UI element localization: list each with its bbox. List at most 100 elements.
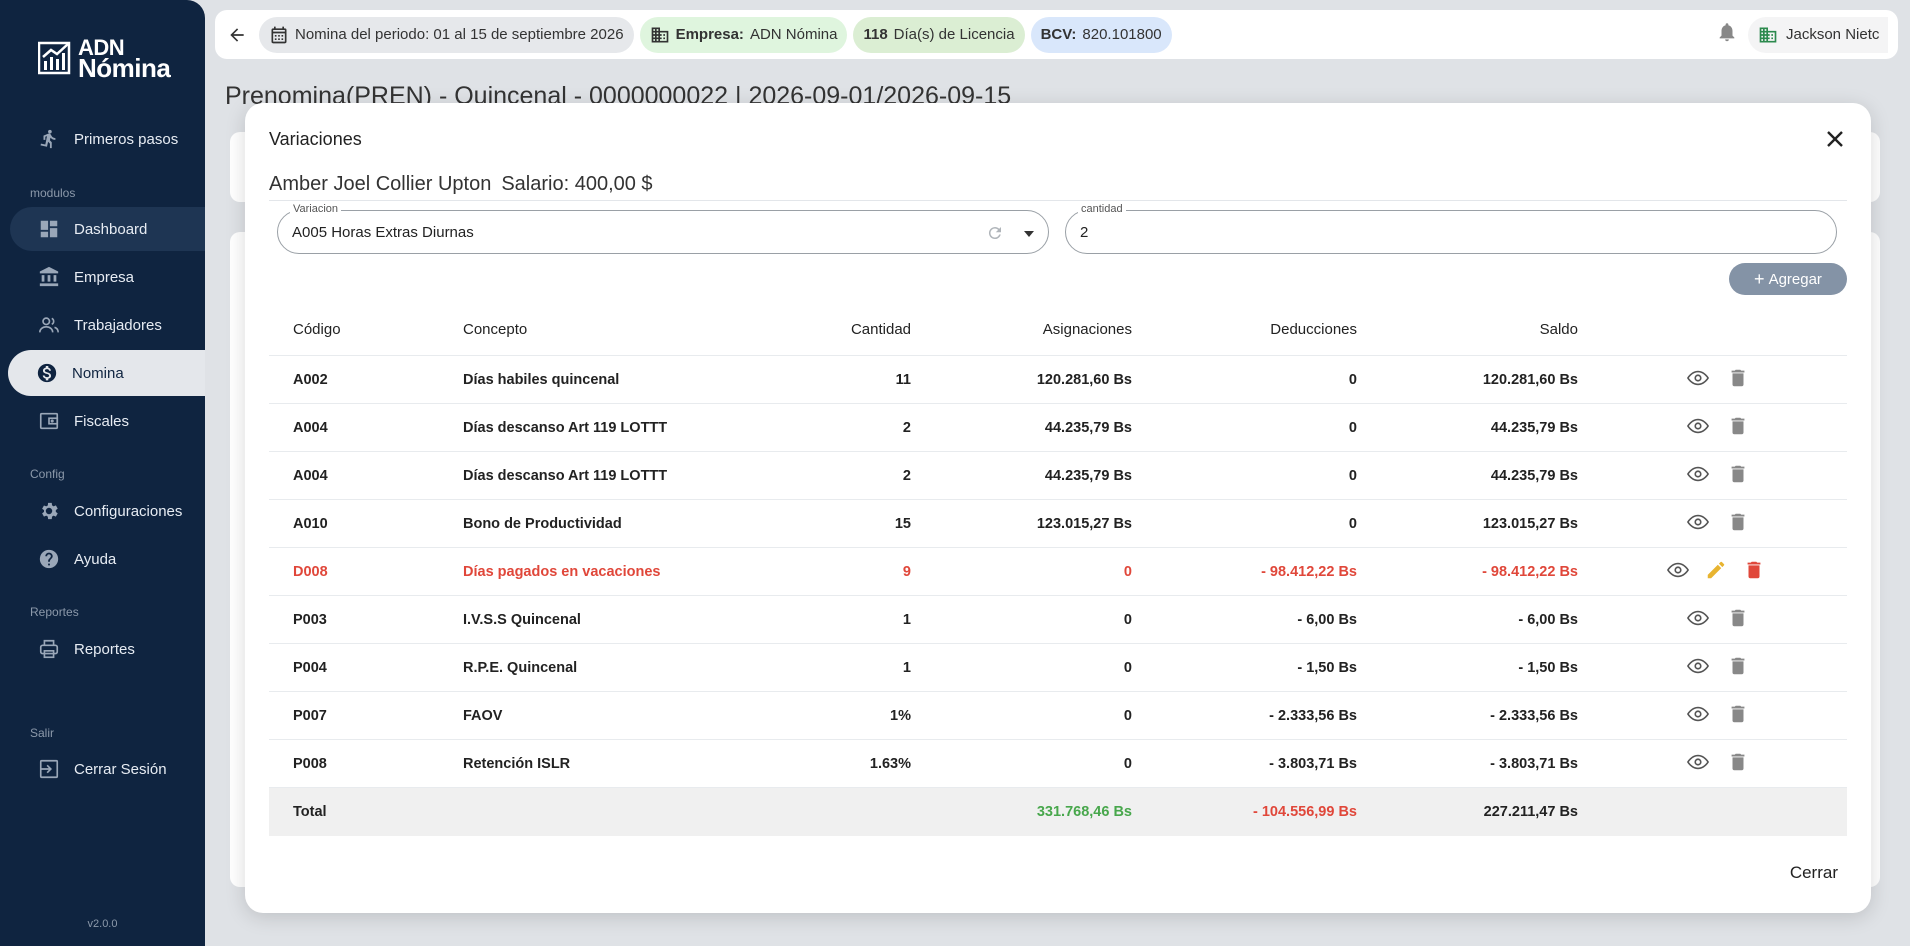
column-header-asignaciones[interactable]: Asignaciones: [1043, 304, 1132, 355]
empresa-label: Empresa:: [675, 26, 744, 43]
row-actions: [1686, 740, 1749, 787]
trash-icon: [1747, 561, 1761, 578]
delete-button[interactable]: [1743, 559, 1765, 585]
empresa-chip[interactable]: Empresa: ADN Nómina: [639, 16, 848, 53]
cell-saldo: - 3.803,71 Bs: [1490, 755, 1578, 772]
gear-icon: [42, 502, 58, 520]
delete-button[interactable]: [1727, 415, 1749, 441]
cell-asignaciones: 120.281,60 Bs: [1036, 371, 1132, 388]
trash-icon: [1731, 465, 1745, 482]
back-button[interactable]: [225, 23, 249, 47]
refresh-icon[interactable]: [986, 224, 1004, 242]
table-row: P008 Retención ISLR 1.63% 0 - 3.803,71 B…: [269, 740, 1847, 788]
modal-title: Variaciones: [269, 129, 362, 149]
cell-codigo: A004: [293, 419, 328, 436]
trash-icon: [1731, 417, 1745, 434]
table-row: A002 Días habiles quincenal 11 120.281,6…: [269, 356, 1847, 404]
column-header-saldo[interactable]: Saldo: [1540, 304, 1578, 355]
view-button[interactable]: [1686, 415, 1710, 441]
sidebar-item-primeros-pasos[interactable]: Primeros pasos: [10, 117, 205, 161]
trash-icon: [1731, 369, 1745, 386]
sidebar-item-fiscales[interactable]: Fiscales: [10, 399, 205, 443]
delete-button[interactable]: [1727, 367, 1749, 393]
cell-deducciones: 0: [1348, 515, 1357, 532]
view-button[interactable]: [1686, 655, 1710, 681]
total-deducciones: - 104.556,99 Bs: [1253, 804, 1357, 820]
cell-concepto: Bono de Productividad: [463, 515, 622, 532]
cell-deducciones: - 1,50 Bs: [1297, 659, 1357, 676]
cell-concepto: R.P.E. Quincenal: [463, 659, 578, 676]
view-button[interactable]: [1686, 703, 1710, 729]
arrow-left-icon: [230, 27, 244, 42]
column-header-concepto[interactable]: Concepto: [463, 304, 527, 355]
period-chip[interactable]: Nomina del periodo: 01 al 15 de septiemb…: [259, 16, 634, 53]
column-header-deducciones[interactable]: Deducciones: [1270, 304, 1357, 355]
bcv-value: 820.101800: [1082, 26, 1162, 43]
view-button[interactable]: [1686, 463, 1710, 489]
cell-codigo: P004: [293, 659, 327, 676]
licencia-chip[interactable]: 118 Día(s) de Licencia: [853, 16, 1025, 53]
close-modal-button[interactable]: [1823, 127, 1847, 151]
cell-asignaciones: 0: [1123, 755, 1132, 772]
app-version: v2.0.0: [87, 918, 118, 930]
chevron-down-icon[interactable]: [1024, 231, 1034, 237]
cell-concepto: Retención ISLR: [463, 755, 571, 772]
delete-button[interactable]: [1727, 751, 1749, 777]
cell-asignaciones: 0: [1123, 707, 1132, 724]
delete-button[interactable]: [1727, 511, 1749, 537]
cantidad-field[interactable]: cantidad 2: [1065, 203, 1837, 254]
pencil-icon: [1707, 561, 1725, 578]
walking-person-icon: [40, 129, 56, 149]
view-button[interactable]: [1686, 511, 1710, 537]
bcv-chip[interactable]: BCV: 820.101800: [1030, 16, 1172, 53]
sidebar-item-nomina[interactable]: Nomina: [8, 350, 205, 396]
column-header-cantidad[interactable]: Cantidad: [851, 304, 911, 355]
edit-button[interactable]: [1705, 559, 1727, 585]
period-text: Nomina del periodo: 01 al 15 de septiemb…: [295, 26, 624, 43]
column-header-codigo[interactable]: Código: [293, 304, 341, 355]
sidebar-item-empresa[interactable]: Empresa: [10, 255, 205, 299]
cell-deducciones: - 3.803,71 Bs: [1269, 755, 1357, 772]
delete-button[interactable]: [1727, 463, 1749, 489]
employee-salary: Salario: 400,00 $: [501, 173, 653, 195]
section-modulos: modulos: [30, 186, 76, 200]
eye-icon: [1686, 706, 1710, 721]
total-asignaciones: 331.768,46 Bs: [1036, 804, 1132, 820]
sidebar-item-label: Reportes: [74, 640, 135, 658]
row-actions: [1666, 548, 1765, 595]
cell-cantidad: 1.63%: [869, 755, 911, 772]
view-button[interactable]: [1686, 607, 1710, 633]
cantidad-value[interactable]: 2: [1080, 224, 1088, 241]
logo-line-2: Nómina: [78, 53, 171, 83]
notifications-button[interactable]: [1716, 21, 1738, 48]
sidebar-item-configuraciones[interactable]: Configuraciones: [10, 489, 205, 533]
cell-cantidad: 9: [902, 563, 911, 580]
delete-button[interactable]: [1727, 655, 1749, 681]
eye-icon: [1686, 514, 1710, 529]
delete-button[interactable]: [1727, 703, 1749, 729]
sidebar-item-reportes[interactable]: Reportes: [10, 627, 205, 671]
view-button[interactable]: [1686, 751, 1710, 777]
empresa-value: ADN Nómina: [749, 26, 838, 43]
cell-deducciones: 0: [1348, 419, 1357, 436]
view-button[interactable]: [1686, 367, 1710, 393]
sidebar-item-ayuda[interactable]: Ayuda: [10, 537, 205, 581]
delete-button[interactable]: [1727, 607, 1749, 633]
add-button[interactable]: + Agregar: [1729, 263, 1847, 295]
app-logo[interactable]: ADN Nómina: [38, 37, 171, 83]
variacion-select[interactable]: Variacion A005 Horas Extras Diurnas: [277, 203, 1049, 254]
eye-icon: [1686, 610, 1710, 625]
sidebar-item-dashboard[interactable]: Dashboard: [10, 207, 205, 251]
variaciones-modal: Variaciones Amber Joel Collier Upton Sal…: [245, 103, 1871, 913]
user-menu[interactable]: Jackson Nietc: [1748, 16, 1888, 53]
view-button[interactable]: [1666, 559, 1690, 585]
table-total-row: Total 331.768,46 Bs - 104.556,99 Bs 227.…: [269, 788, 1847, 836]
cell-codigo: A010: [293, 515, 328, 532]
cell-cantidad: 1: [902, 611, 911, 628]
eye-icon: [1686, 466, 1710, 481]
cerrar-button[interactable]: Cerrar: [1790, 863, 1838, 883]
total-label: Total: [293, 804, 327, 820]
variacion-label: Variacion: [290, 203, 342, 215]
sidebar-item-trabajadores[interactable]: Trabajadores: [10, 303, 205, 347]
sidebar-item-cerrar-sesion[interactable]: Cerrar Sesión: [10, 747, 205, 791]
